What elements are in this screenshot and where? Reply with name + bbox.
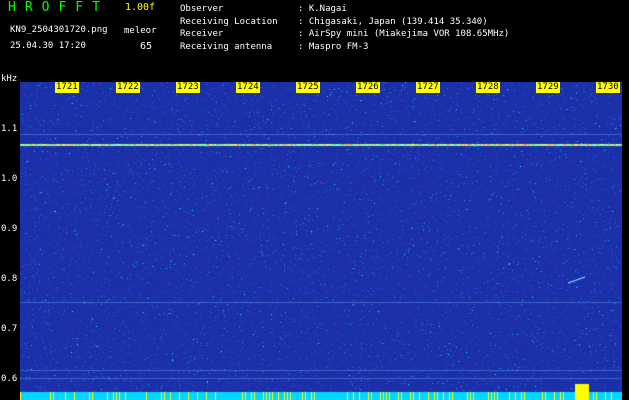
- x-tick-label: 1730: [596, 82, 620, 93]
- y-tick-label: 0.6: [1, 374, 18, 384]
- info-row-observer: Observer: K.Nagai: [180, 4, 347, 14]
- datetime-label: 25.04.30 17:20: [10, 41, 86, 51]
- x-tick-label: 1728: [476, 82, 500, 93]
- info-row-location: Receiving Location: Chigasaki, Japan (13…: [180, 16, 488, 27]
- x-tick-label: 1726: [356, 82, 380, 93]
- y-tick-label: 0.8: [1, 274, 18, 284]
- x-tick-label: 1729: [536, 82, 560, 93]
- y-tick-label: 1.1: [1, 124, 18, 134]
- x-tick-label: 1722: [116, 82, 140, 93]
- meteor-label: meleor: [124, 26, 157, 36]
- version-label: 1.00f: [125, 2, 156, 13]
- info-row-antenna: Receiving antenna: Maspro FM-3: [180, 41, 369, 52]
- info-row-receiver: Receiver: AirSpy mini (Miakejima VOR 108…: [180, 29, 510, 39]
- y-tick-label: 1.0: [1, 174, 18, 184]
- app-title: HROFFT: [8, 0, 109, 15]
- x-tick-label: 1727: [416, 82, 440, 93]
- header-panel: HROFFT 1.00f KN9_2504301720.png meleor 2…: [0, 0, 629, 74]
- spectrogram-canvas[interactable]: [20, 82, 622, 400]
- x-tick-label: 1724: [236, 82, 260, 93]
- station-info: Observer: K.Nagai Receiving Location: Ch…: [180, 3, 509, 53]
- y-axis-unit: kHz: [1, 74, 18, 84]
- filename-label: KN9_2504301720.png: [10, 25, 108, 35]
- y-tick-label: 0.7: [1, 324, 18, 334]
- spectrogram[interactable]: [20, 82, 622, 400]
- x-tick-label: 1725: [296, 82, 320, 93]
- y-tick-label: 0.9: [1, 224, 18, 234]
- x-tick-label: 1721: [55, 82, 79, 93]
- x-tick-label: 1723: [176, 82, 200, 93]
- meteor-count: 65: [140, 41, 153, 52]
